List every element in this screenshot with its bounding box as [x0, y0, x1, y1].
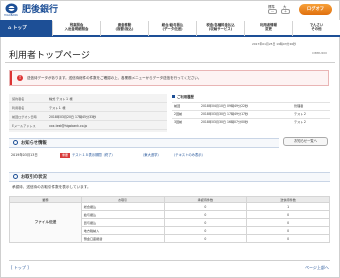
user-info-row: 契約者名 株式 テスト１ 様 — [9, 95, 167, 103]
user-info-value: xxx-test@higobank.co.jp — [49, 124, 88, 128]
table-row: ファイル伝送 総合振込 0 1 — [9, 202, 330, 243]
nav-transfer[interactable]: 資金移動 (振替/振込) — [100, 21, 148, 36]
square-bullet-icon — [172, 95, 175, 98]
history-datetime: 2018年04月10日 09時49分22秒 — [201, 104, 249, 108]
nav-top-label: トップ — [12, 26, 27, 31]
alert-bar — [10, 71, 12, 85]
nav-bulk-transfer[interactable]: 総合/給与振込 (データ伝送) — [148, 21, 196, 36]
history-row: 前回 2018年04月10日 09時49分22秒 管理者 — [172, 102, 330, 109]
notice-link-extra[interactable]: （東大進学） — [141, 151, 161, 160]
nav-label: 入出金明細照会 — [64, 27, 89, 32]
history-datetime: 2018年03月30日 16時07分00秒 — [201, 120, 249, 124]
nav-label: 変更 — [265, 27, 272, 32]
footer-top-link[interactable]: [ トップ ] — [11, 265, 29, 271]
user-info-value: 2018年03月20日 17時45分33秒 — [49, 115, 97, 119]
history-when: 前回 — [174, 104, 181, 108]
user-info-panel: 契約者名 株式 テスト１ 様 利用者名 テスト１ 様 前回ログオン日時 2018年03… — [9, 94, 167, 132]
font-large-button[interactable]: ＋ — [281, 9, 290, 14]
nav-label: (収納サービス) — [208, 27, 233, 32]
send-count: 0 — [246, 226, 330, 235]
transaction-name: 預金口座振替 — [80, 234, 165, 243]
page-code: CIBMU200 — [312, 51, 327, 55]
user-info-row: 利用者名 テスト１ 様 — [9, 104, 167, 112]
user-info-value: 株式 テスト１ 様 — [49, 97, 73, 101]
warning-icon: ! — [17, 75, 23, 81]
send-count: 0 — [246, 234, 330, 243]
nav-densai[interactable]: でんさい その他 — [292, 21, 340, 36]
transaction-name: 総合振込 — [80, 202, 165, 211]
important-badge: 重要 — [60, 153, 71, 158]
approval-count: 0 — [163, 202, 248, 211]
history-user: テスト２ — [294, 120, 307, 124]
user-info-row: Eメールアドレス xxx-test@higobank.co.jp — [9, 122, 167, 130]
transaction-name: 地方税納入 — [80, 226, 165, 235]
alert-box: ! 送信待データがあります。送信待総件の件数をご確認の上、各業務メニューからデー… — [9, 70, 329, 86]
notices-list-label: お知らせ一覧へ — [293, 139, 317, 143]
notice-date: 2019年03月13日 — [11, 153, 38, 157]
page-top-label: ページ上部へ — [305, 265, 329, 270]
nav-balance[interactable]: 残高照会 入出金明細照会 — [52, 21, 100, 36]
nav-label: (振替/振込) — [115, 27, 134, 32]
notices-heading: お知らせ情報 — [9, 138, 279, 148]
history-user: 管理者 — [294, 104, 304, 108]
section-circle-icon — [13, 174, 18, 179]
current-datetime: 2017年01月25日 19時03分26秒 — [252, 42, 297, 46]
usage-history-title: ご利用履歴 — [177, 95, 194, 99]
section-circle-icon — [13, 140, 18, 145]
nav-label: その他 — [311, 27, 322, 32]
transaction-name: 賞与振込 — [80, 218, 165, 227]
transactions-description: 承認待、送信待のお取引件数を表示しています。 — [12, 185, 91, 189]
title-divider — [5, 62, 335, 63]
history-datetime: 2018年03月30日 17時49分17秒 — [201, 112, 249, 116]
notices-list-button[interactable]: お知らせ一覧へ — [283, 137, 328, 146]
header: 肥後銀行 HIGOBANK 標準 大 ― ＋ ログオフ — [0, 0, 340, 20]
logout-label: ログオフ — [306, 7, 325, 12]
transactions-table: 業務 お取引 承認待件数 送信待件数 ファイル伝送 総合振込 0 1 給与振込 … — [9, 196, 330, 243]
nav-label: (データ伝送) — [162, 27, 183, 32]
bank-logo-icon — [5, 3, 18, 14]
category-cell: ファイル伝送 — [9, 202, 82, 243]
usage-history-panel: ご利用履歴 前回 2018年04月10日 09時49分22秒 管理者 2回前 2018… — [172, 94, 330, 132]
approval-count: 0 — [163, 210, 248, 219]
main-nav: ⌂ トップ 残高照会 入出金明細照会 資金移動 (振替/振込) 総合/給与振込 (デー… — [0, 20, 340, 37]
send-count: 0 — [246, 218, 330, 227]
footer-divider — [9, 260, 330, 261]
notice-link-text-only[interactable]: （テキストのみ表示） — [172, 151, 205, 160]
send-count: 0 — [246, 210, 330, 219]
usage-history-heading: ご利用履歴 — [172, 94, 194, 99]
history-when: 2回前 — [174, 112, 183, 116]
logout-button[interactable]: ログオフ — [299, 4, 332, 15]
user-info-label: 前回ログオン日時 — [12, 115, 37, 119]
notices-title: お知らせ情報 — [21, 141, 47, 146]
approval-count: 0 — [163, 234, 248, 243]
history-row: 2回前 2018年03月30日 17時49分17秒 テスト２ — [172, 110, 330, 117]
bank-sub: HIGOBANK — [4, 14, 18, 17]
nav-user-info[interactable]: 利用者情報 変更 — [244, 21, 292, 36]
approval-count: 0 — [163, 226, 248, 235]
transaction-name: 給与振込 — [80, 210, 165, 219]
approval-count: 0 — [163, 218, 248, 227]
history-row: 3回前 2018年03月30日 16時07分00秒 テスト２ — [172, 118, 330, 125]
user-info-label: 利用者名 — [12, 106, 25, 110]
notice-item: 2019年03月13日 重要 テスト１８表示期間（終了） （東大進学） （テキス… — [9, 151, 330, 160]
user-info-label: 契約者名 — [12, 97, 25, 101]
transactions-title: お取引の状況 — [21, 175, 47, 180]
transactions-heading: お取引の状況 — [9, 172, 330, 182]
user-info-label: Eメールアドレス — [12, 124, 36, 128]
alert-text: 送信待データがあります。送信待総件の件数をご確認の上、各業務メニューからデータ送… — [27, 76, 202, 80]
user-info-value: テスト１ 様 — [49, 106, 66, 110]
nav-top[interactable]: ⌂ トップ — [0, 20, 52, 37]
nav-tax-payment[interactable]: 税金/各種料金払込 (収納サービス) — [196, 21, 244, 36]
page-top-link[interactable]: ページ上部へ — [305, 265, 329, 271]
user-info-row: 前回ログオン日時 2018年03月20日 17時45分33秒 — [9, 113, 167, 121]
page-title: 利用者トップページ — [9, 51, 90, 61]
bank-name: 肥後銀行 — [22, 5, 59, 15]
send-count: 1 — [246, 202, 330, 211]
font-normal-button[interactable]: ― — [268, 9, 277, 14]
history-when: 3回前 — [174, 120, 183, 124]
notice-link[interactable]: テスト１８表示期間（終了） — [72, 151, 115, 160]
history-user: テスト２ — [294, 112, 307, 116]
